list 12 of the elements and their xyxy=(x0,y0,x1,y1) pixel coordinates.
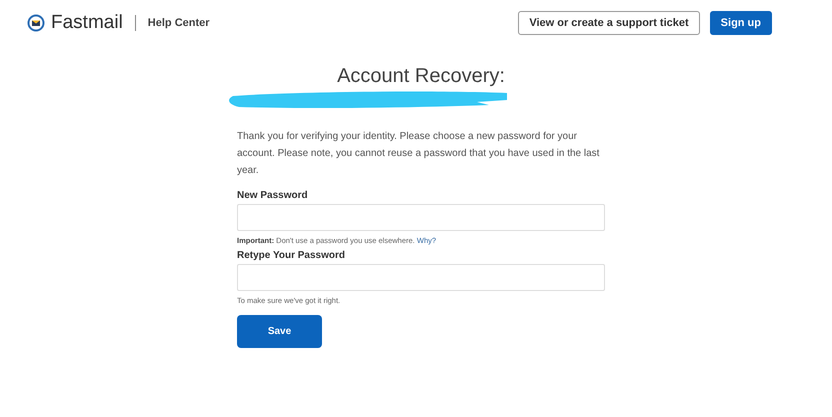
section-title: Help Center xyxy=(148,16,210,28)
logo-icon xyxy=(27,14,45,32)
page-title: Account Recovery: xyxy=(336,65,506,88)
save-button[interactable]: Save xyxy=(237,315,322,348)
field-label: Retype Your Password xyxy=(237,250,346,261)
password-field[interactable] xyxy=(237,264,605,291)
field-label: New Password xyxy=(237,190,309,201)
support-ticket-button[interactable]: View or create a support ticket xyxy=(518,10,700,34)
sign-up-button[interactable]: Sign up xyxy=(710,10,772,34)
brand-name: Fastmail xyxy=(51,12,123,34)
intro-text: Thank you for verifying your identity. Please choose a new password for your account. Please note, you cannot reuse a password that you have used in the last year. xyxy=(237,130,600,178)
password-field[interactable] xyxy=(237,204,605,231)
